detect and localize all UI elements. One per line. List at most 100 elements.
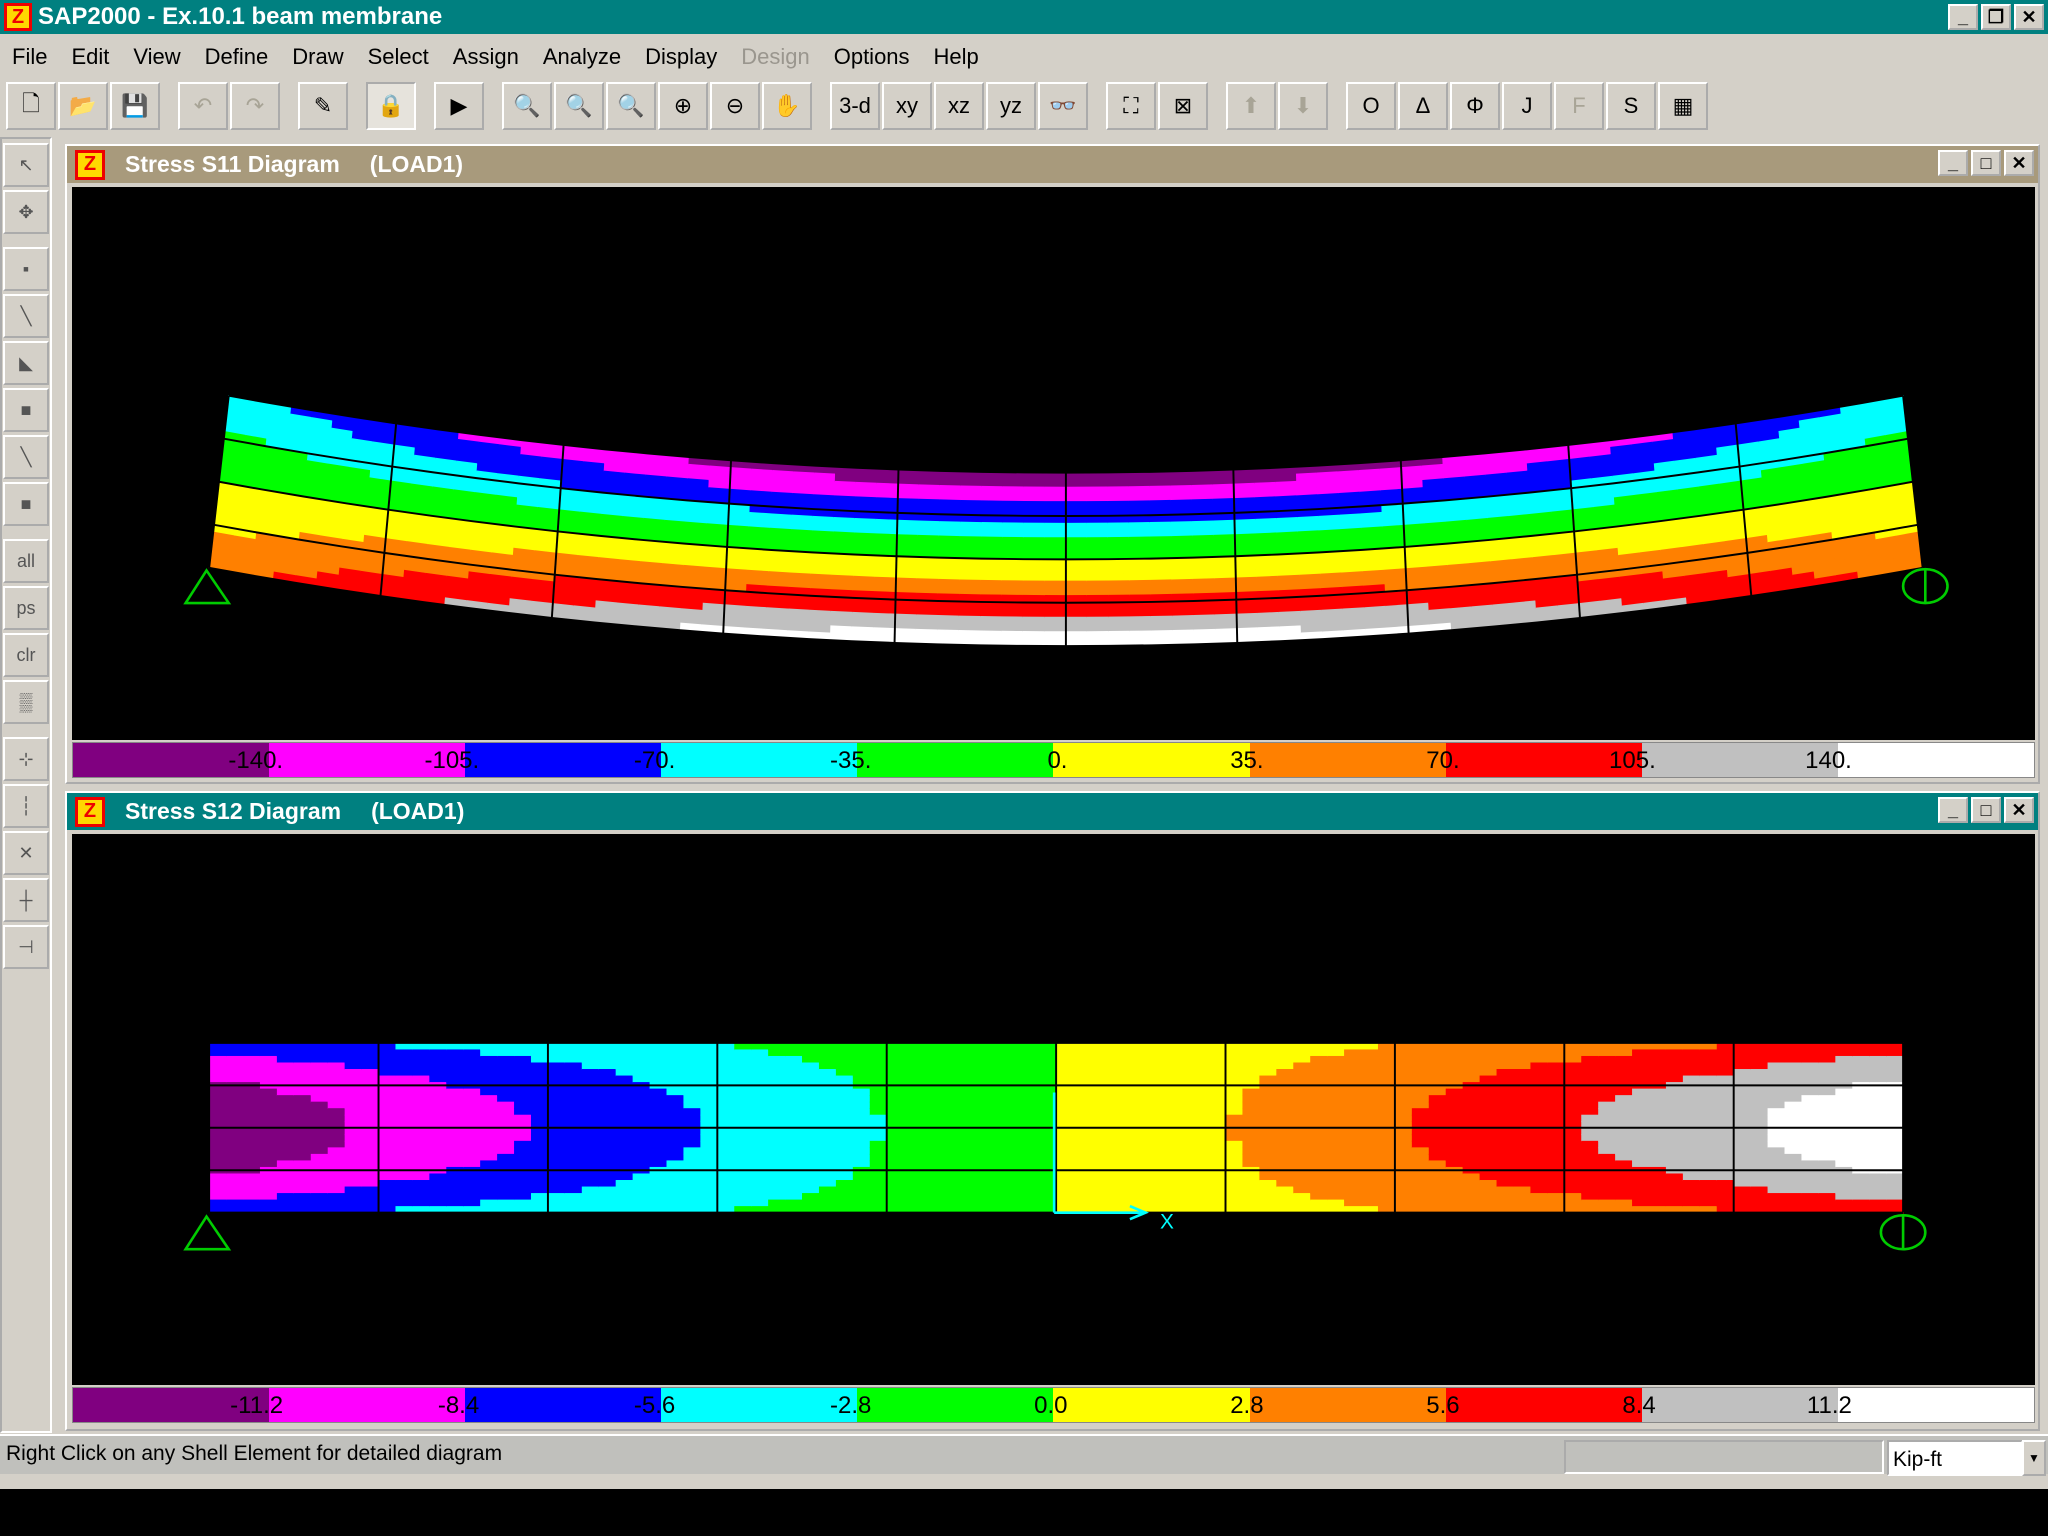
show-loads-icon[interactable]: Δ — [1398, 82, 1448, 130]
show-forces-icon[interactable]: F — [1554, 82, 1604, 130]
stress-cell — [1835, 1186, 1854, 1194]
stress-cell — [1022, 631, 1045, 640]
open-folder-icon[interactable]: 📂 — [58, 82, 108, 130]
show-tables-icon[interactable]: ▦ — [1658, 82, 1708, 130]
arrow-up-icon[interactable]: ⬆ — [1226, 82, 1276, 130]
perspective-glasses-icon[interactable]: 👓 — [1038, 82, 1088, 130]
lock-icon[interactable]: 🔒 — [366, 82, 416, 130]
stress-cell — [649, 1180, 668, 1188]
zoom-restore-icon[interactable]: 🔍 — [554, 82, 604, 130]
stress-cell — [226, 1160, 244, 1168]
menu-options[interactable]: Options — [822, 44, 922, 70]
stress-cell — [954, 1049, 973, 1057]
zoom-previous-icon[interactable]: 🔍 — [606, 82, 656, 130]
save-icon[interactable]: 💾 — [110, 82, 160, 130]
new-file-icon[interactable]: 🗋 — [6, 82, 56, 130]
chevron-down-icon[interactable]: ▼ — [2022, 1440, 2046, 1476]
stress-cell — [1234, 526, 1257, 535]
stress-cell — [1123, 1153, 1142, 1162]
menu-file[interactable]: File — [0, 44, 59, 70]
s11-window[interactable]: Z Stress S11 Diagram (LOAD1) _ □ ✕ -140. -1… — [65, 144, 2040, 784]
menu-edit[interactable]: Edit — [59, 44, 121, 70]
stress-cell — [768, 1180, 786, 1188]
s12-contour-canvas[interactable]: X — [72, 834, 2035, 1385]
menu-draw[interactable]: Draw — [280, 44, 355, 70]
menu-select[interactable]: Select — [356, 44, 441, 70]
stress-cell — [666, 1199, 685, 1207]
close-button[interactable]: ✕ — [2004, 797, 2034, 823]
restore-button[interactable]: ❐ — [1981, 4, 2011, 30]
stress-cell — [1193, 614, 1216, 624]
maximize-button[interactable]: □ — [1971, 150, 2001, 176]
close-button[interactable]: ✕ — [2004, 150, 2034, 176]
arrow-down-icon[interactable]: ⬇ — [1278, 82, 1328, 130]
view-xz-button[interactable]: xz — [934, 82, 984, 130]
snap-midpoint-icon[interactable]: ┆ — [3, 784, 49, 828]
stress-cell — [876, 482, 899, 492]
stress-cell — [1129, 630, 1152, 639]
view-yz-button[interactable]: yz — [986, 82, 1036, 130]
minimize-button[interactable]: _ — [1938, 150, 1968, 176]
view-3d-button[interactable]: 3-d — [830, 82, 880, 130]
s12-window-title-bar[interactable]: Z Stress S12 Diagram (LOAD1) _ □ ✕ — [67, 793, 2038, 830]
previous-selection-button[interactable]: ps — [3, 586, 49, 630]
stress-cell — [876, 490, 899, 499]
shrink-elements-icon[interactable]: ⊠ — [1158, 82, 1208, 130]
reshape-icon[interactable]: ✥ — [3, 190, 49, 234]
stress-cell — [1129, 587, 1152, 596]
zoom-out-icon[interactable]: ⊖ — [710, 82, 760, 130]
stress-cell — [835, 1180, 854, 1188]
show-elements-icon[interactable]: J — [1502, 82, 1552, 130]
s11-window-title-bar[interactable]: Z Stress S11 Diagram (LOAD1) _ □ ✕ — [67, 146, 2038, 183]
stress-cell — [855, 489, 878, 499]
stress-cell — [293, 1140, 312, 1149]
select-all-button[interactable]: all — [3, 539, 49, 583]
snap-intersection-icon[interactable]: ✕ — [3, 831, 49, 875]
set-elements-icon[interactable]: ⛶ — [1106, 82, 1156, 130]
zoom-window-icon[interactable]: 🔍 — [502, 82, 552, 130]
view-xy-button[interactable]: xy — [882, 82, 932, 130]
show-stress-icon[interactable]: S — [1606, 82, 1656, 130]
show-undeformed-icon[interactable]: O — [1346, 82, 1396, 130]
menu-assign[interactable]: Assign — [441, 44, 531, 70]
zoom-in-icon[interactable]: ⊕ — [658, 82, 708, 130]
menu-analyze[interactable]: Analyze — [531, 44, 633, 70]
minimize-button[interactable]: _ — [1948, 4, 1978, 30]
snap-joints-icon[interactable]: ⊹ — [3, 737, 49, 781]
stress-cell — [259, 1127, 278, 1136]
stress-cell — [1496, 1049, 1515, 1057]
clear-selection-button[interactable]: clr — [3, 633, 49, 677]
run-icon[interactable]: ▶ — [434, 82, 484, 130]
maximize-button[interactable]: □ — [1971, 797, 2001, 823]
s12-window[interactable]: Z Stress S12 Diagram (LOAD1) _ □ ✕ X -11.2… — [65, 791, 2040, 1431]
quick-frame-icon[interactable]: ╲ — [3, 435, 49, 479]
draw-frame-icon[interactable]: ╲ — [3, 294, 49, 338]
pan-icon[interactable]: ✋ — [762, 82, 812, 130]
stress-cell — [852, 575, 876, 585]
stress-cell — [1212, 483, 1235, 493]
close-button[interactable]: ✕ — [2014, 4, 2044, 30]
menu-design[interactable]: Design — [729, 44, 821, 70]
menu-define[interactable]: Define — [193, 44, 281, 70]
stress-cell — [886, 1075, 905, 1083]
units-select[interactable]: Kip-ft — [1887, 1440, 2023, 1476]
draw-quad-area-icon[interactable]: ◣ — [3, 341, 49, 385]
menu-display[interactable]: Display — [633, 44, 729, 70]
quick-area-icon[interactable]: ■ — [3, 482, 49, 526]
menu-help[interactable]: Help — [922, 44, 991, 70]
undo-icon[interactable]: ↶ — [178, 82, 228, 130]
redo-icon[interactable]: ↷ — [230, 82, 280, 130]
intersecting-line-icon[interactable]: ▒ — [3, 680, 49, 724]
s11-contour-canvas[interactable] — [72, 187, 2035, 740]
menu-view[interactable]: View — [121, 44, 192, 70]
pencil-icon[interactable]: ✎ — [298, 82, 348, 130]
show-deformed-icon[interactable]: Φ — [1450, 82, 1500, 130]
draw-rect-area-icon[interactable]: ■ — [3, 388, 49, 432]
draw-joint-icon[interactable]: ▪ — [3, 247, 49, 291]
minimize-button[interactable]: _ — [1938, 797, 1968, 823]
stress-cell — [1750, 1147, 1769, 1155]
stress-cell — [1716, 1127, 1735, 1136]
snap-perpendicular-icon[interactable]: ┼ — [3, 878, 49, 922]
snap-line-icon[interactable]: ⊣ — [3, 925, 49, 969]
pointer-icon[interactable]: ↖ — [3, 143, 49, 187]
